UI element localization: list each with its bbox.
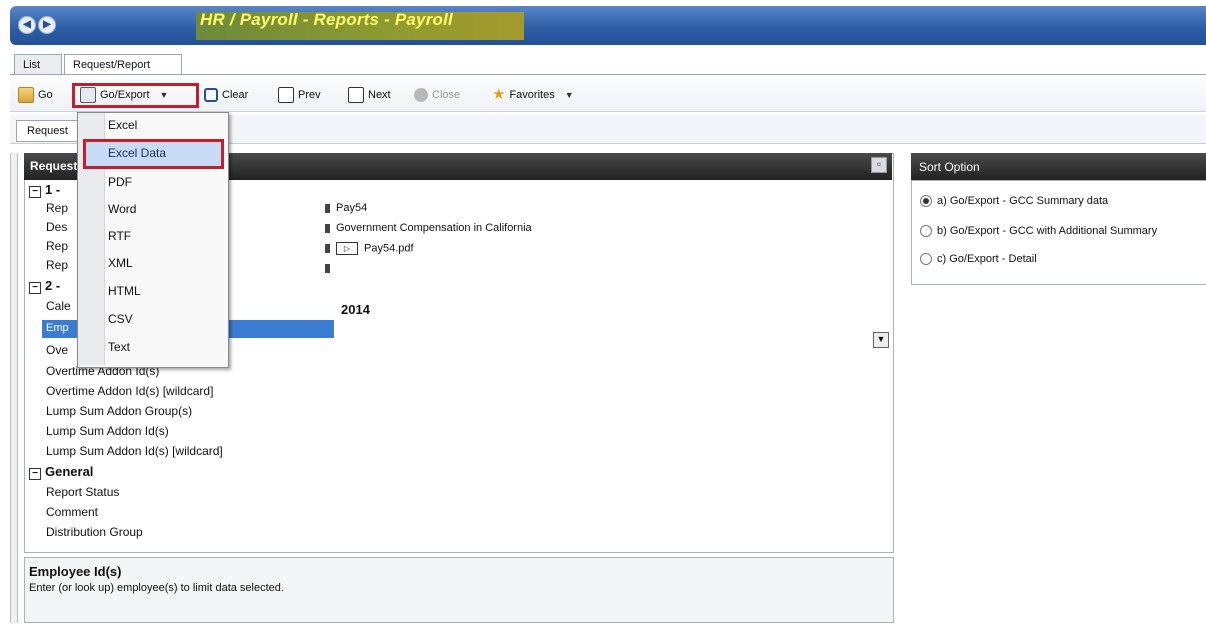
collapse-icon[interactable]: ▫ [871,157,887,173]
sort-option-label: b) Go/Export - GCC with Additional Summa… [937,225,1158,237]
value-report-id[interactable]: Pay54 [325,202,367,214]
tab-request[interactable]: Request [16,120,79,142]
pin-icon [325,223,330,233]
star-icon: ★ [492,86,506,103]
collapse-icon[interactable]: − [29,468,41,480]
clear-button[interactable]: Clear [204,86,248,104]
sort-option-a[interactable]: a) Go/Export - GCC Summary data [920,195,1109,208]
tree-item[interactable]: Lump Sum Addon Id(s) [46,424,169,438]
go-label: Go [38,89,53,101]
menu-item-text[interactable]: Text [108,340,130,354]
next-label: Next [368,89,391,101]
clear-icon [204,88,218,102]
group-1[interactable]: −1 - [29,182,60,198]
group-2[interactable]: −2 - [29,278,60,294]
sort-option-label: a) Go/Export - GCC Summary data [937,195,1109,207]
go-export-highlight [72,83,199,108]
group-general[interactable]: − General [29,464,93,480]
description-title: Employee Id(s) [29,564,122,579]
tree-item[interactable]: Lump Sum Addon Id(s) [wildcard] [46,444,223,458]
sort-option-label: c) Go/Export - Detail [937,253,1037,265]
value-calendar-year[interactable]: 2014 [341,302,370,317]
group-general-label: General [45,464,94,479]
menu-item-pdf[interactable]: PDF [108,175,132,189]
back-icon[interactable]: ◀ [18,16,36,34]
radio-icon[interactable] [920,253,932,266]
tree-item[interactable]: Rep [46,258,68,272]
tree-item[interactable]: Lump Sum Addon Group(s) [46,404,192,418]
next-button[interactable]: Next [348,86,391,104]
tree-item[interactable]: Rep [46,201,68,215]
pin-icon [325,244,330,253]
prev-label: Prev [298,89,321,101]
close-label: Close [432,89,461,101]
chevron-down-icon[interactable]: ▼ [565,86,574,104]
tree-item[interactable]: Comment [46,505,98,519]
go-button[interactable]: Go [18,86,53,104]
sort-option-panel: a) Go/Export - GCC Summary data b) Go/Ex… [911,180,1206,285]
dropdown-icon[interactable]: ▼ [873,332,889,348]
pin-icon [325,203,330,213]
menu-item-xml[interactable]: XML [108,256,133,270]
menu-item-excel-data[interactable]: Excel Data [108,146,166,160]
value-report-file[interactable]: ▷ Pay54.pdf [325,242,414,255]
menu-item-html[interactable]: HTML [108,284,141,298]
tab-list[interactable]: List [14,54,62,75]
tree-item[interactable]: Overtime Addon Id(s) [wildcard] [46,384,213,398]
menu-item-excel[interactable]: Excel [108,118,137,132]
tree-item[interactable]: Distribution Group [46,525,143,539]
close-icon [414,88,428,102]
forward-icon[interactable]: ▶ [38,16,56,34]
radio-selected-icon[interactable] [920,195,932,208]
tree-item[interactable]: Des [46,220,67,234]
value-text: Pay54 [336,202,368,214]
next-page-icon [348,87,364,103]
description-text: Enter (or look up) employee(s) to limit … [29,582,284,594]
splitter[interactable] [10,153,18,623]
clear-label: Clear [222,89,249,101]
sort-option-c[interactable]: c) Go/Export - Detail [920,253,1037,266]
request-panel-title: Request [30,159,78,173]
collapse-icon[interactable]: − [29,186,41,198]
tab-request-report[interactable]: Request/Report [64,54,182,76]
value-text: Government Compensation in California [336,222,532,234]
sort-option-title: Sort Option [919,160,980,174]
value-empty[interactable] [325,262,336,274]
close-button[interactable]: Close [414,86,460,104]
description-panel: Employee Id(s) Enter (or look up) employ… [24,557,894,623]
tree-item[interactable]: Ove [46,343,68,357]
prev-button[interactable]: Prev [278,86,321,104]
pdf-icon: ▷ [336,242,358,255]
favorites-label: Favorites [509,89,555,101]
menu-item-csv[interactable]: CSV [108,312,133,326]
group-2-label: 2 - [45,278,61,293]
title-bar: ◀ ▶ [10,6,1206,45]
tree-item[interactable]: Cale [46,299,71,313]
value-text: Pay54.pdf [364,242,414,255]
pin-icon [325,263,330,273]
collapse-icon[interactable]: − [29,282,41,294]
tree-item-employee[interactable]: Emp [46,322,69,334]
menu-item-rtf[interactable]: RTF [108,229,131,243]
favorites-button[interactable]: ★ Favorites ▼ [492,86,574,104]
prev-page-icon [278,87,294,103]
sort-option-header: Sort Option [911,153,1206,180]
group-1-label: 1 - [45,182,61,197]
tree-item[interactable]: Rep [46,239,68,253]
folder-go-icon [18,87,34,103]
value-description[interactable]: Government Compensation in California [325,222,532,234]
window-title: HR / Payroll - Reports - Payroll [200,10,453,29]
menu-item-word[interactable]: Word [108,202,136,216]
tree-item[interactable]: Report Status [46,485,119,499]
radio-icon[interactable] [920,225,932,238]
sort-option-b[interactable]: b) Go/Export - GCC with Additional Summa… [920,225,1158,238]
